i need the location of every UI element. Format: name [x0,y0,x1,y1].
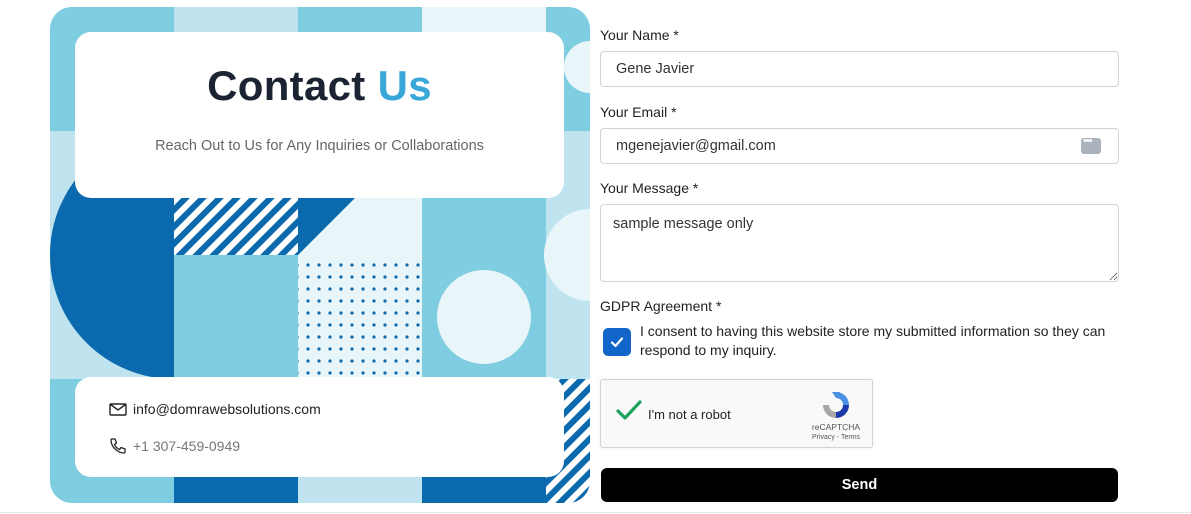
recaptcha-widget: I'm not a robot reCAPTCHA Privacy - Term… [600,379,873,448]
gdpr-label: GDPR Agreement * [600,298,722,314]
recaptcha-brand: reCAPTCHA [811,422,861,432]
name-label: Your Name * [600,27,679,43]
password-manager-icon[interactable] [1081,135,1101,154]
contact-info-card: info@domrawebsolutions.com +1 307-459-09… [75,377,564,477]
mail-icon [108,399,128,419]
contact-header-card: Contact Us Reach Out to Us for Any Inqui… [75,32,564,198]
checkmark-icon [610,337,624,348]
gdpr-consent-text: I consent to having this website store m… [640,323,1106,358]
page-title: Contact Us [207,62,432,109]
page-divider [0,512,1191,513]
recaptcha-label: I'm not a robot [648,407,731,422]
contact-phone-row: +1 307-459-0949 [108,436,564,456]
send-button[interactable]: Send [601,468,1118,502]
email-field-wrapper [600,128,1119,164]
phone-icon [108,436,128,456]
message-label: Your Message * [600,180,699,196]
gdpr-checkbox[interactable] [603,328,631,356]
page-subtitle: Reach Out to Us for Any Inquiries or Col… [155,138,484,154]
name-field[interactable] [600,51,1119,87]
recaptcha-terms[interactable]: Privacy - Terms [808,434,864,441]
gdpr-consent: I consent to having this website store m… [603,322,1123,360]
contact-email-link[interactable]: info@domrawebsolutions.com [133,401,321,417]
email-label: Your Email * [600,104,677,120]
contact-email-row: info@domrawebsolutions.com [108,399,564,419]
contact-art-panel: Contact Us Reach Out to Us for Any Inqui… [50,7,590,503]
recaptcha-logo-icon [823,392,849,418]
email-field[interactable] [600,128,1119,164]
message-field[interactable]: sample message only [600,204,1119,282]
contact-phone-link[interactable]: +1 307-459-0949 [133,438,240,454]
recaptcha-check-icon[interactable] [615,399,643,423]
